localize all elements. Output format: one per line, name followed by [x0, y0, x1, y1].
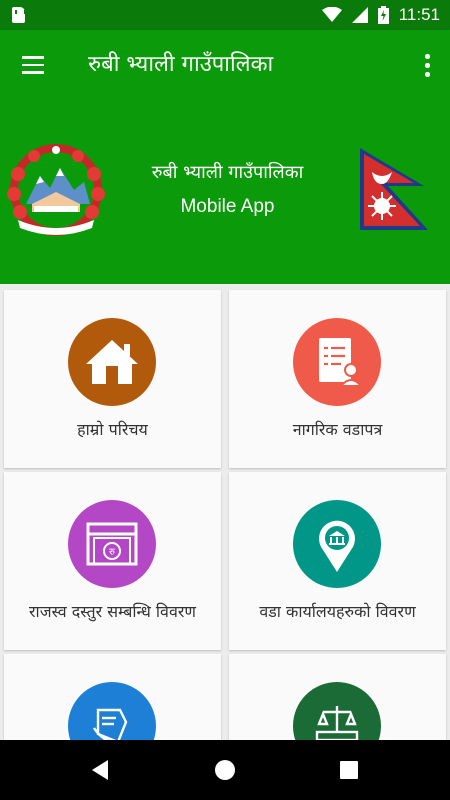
menu-card-revenue-fees[interactable]: रु राजस्व दस्तुर सम्बन्धि विवरण — [4, 472, 221, 650]
nepal-flag — [360, 148, 428, 230]
status-bar: 11:51 — [0, 0, 450, 30]
menu-card-ward-offices[interactable]: वडा कार्यालयहरुको विवरण — [229, 472, 446, 650]
citizen-charter-icon — [319, 338, 364, 387]
status-time: 11:51 — [398, 5, 440, 24]
svg-text:रु: रु — [109, 547, 116, 558]
menu-card-about-us[interactable]: हाम्रो परिचय — [4, 290, 221, 468]
navigation-bar — [0, 740, 450, 800]
justice-scale-icon — [315, 706, 359, 740]
document-hand-icon — [92, 708, 128, 740]
ward-office-location-icon — [319, 520, 355, 572]
revenue-icon: रु — [86, 522, 138, 566]
menu-card-label: नागरिक वडापत्र — [292, 420, 383, 439]
menu-card-label: राजस्व दस्तुर सम्बन्धि विवरण — [29, 602, 196, 621]
menu-card-label: वडा कार्यालयहरुको विवरण — [259, 602, 416, 621]
signal-icon — [351, 7, 368, 23]
banner-title: रुबी भ्याली गाउँपालिका — [151, 162, 304, 183]
wifi-icon — [321, 7, 342, 22]
home-icon — [86, 340, 138, 384]
back-icon[interactable] — [88, 758, 114, 782]
menu-card-label: हाम्रो परिचय — [77, 420, 148, 439]
sd-card-icon — [12, 7, 26, 23]
menu-card-documents[interactable] — [4, 654, 221, 740]
app-bar: रुबी भ्याली गाउँपालिका — [0, 30, 450, 100]
more-vert-icon[interactable] — [420, 52, 434, 78]
menu-grid: हाम्रो परिचय नागरिक वडापत्र रु राजस्व दस… — [0, 284, 450, 740]
banner-subtitle: Mobile App — [180, 196, 275, 217]
hamburger-menu-icon[interactable] — [18, 52, 48, 78]
nepal-government-emblem — [7, 144, 105, 236]
menu-card-citizen-charter[interactable]: नागरिक वडापत्र — [229, 290, 446, 468]
recents-icon[interactable] — [336, 758, 362, 782]
home-circle-icon[interactable] — [212, 758, 238, 782]
battery-charging-icon — [377, 6, 389, 24]
menu-card-judicial[interactable] — [229, 654, 446, 740]
header-banner: रुबी भ्याली गाउँपालिका Mobile App — [0, 100, 450, 284]
app-title: रुबी भ्याली गाउँपालिका — [88, 52, 274, 77]
